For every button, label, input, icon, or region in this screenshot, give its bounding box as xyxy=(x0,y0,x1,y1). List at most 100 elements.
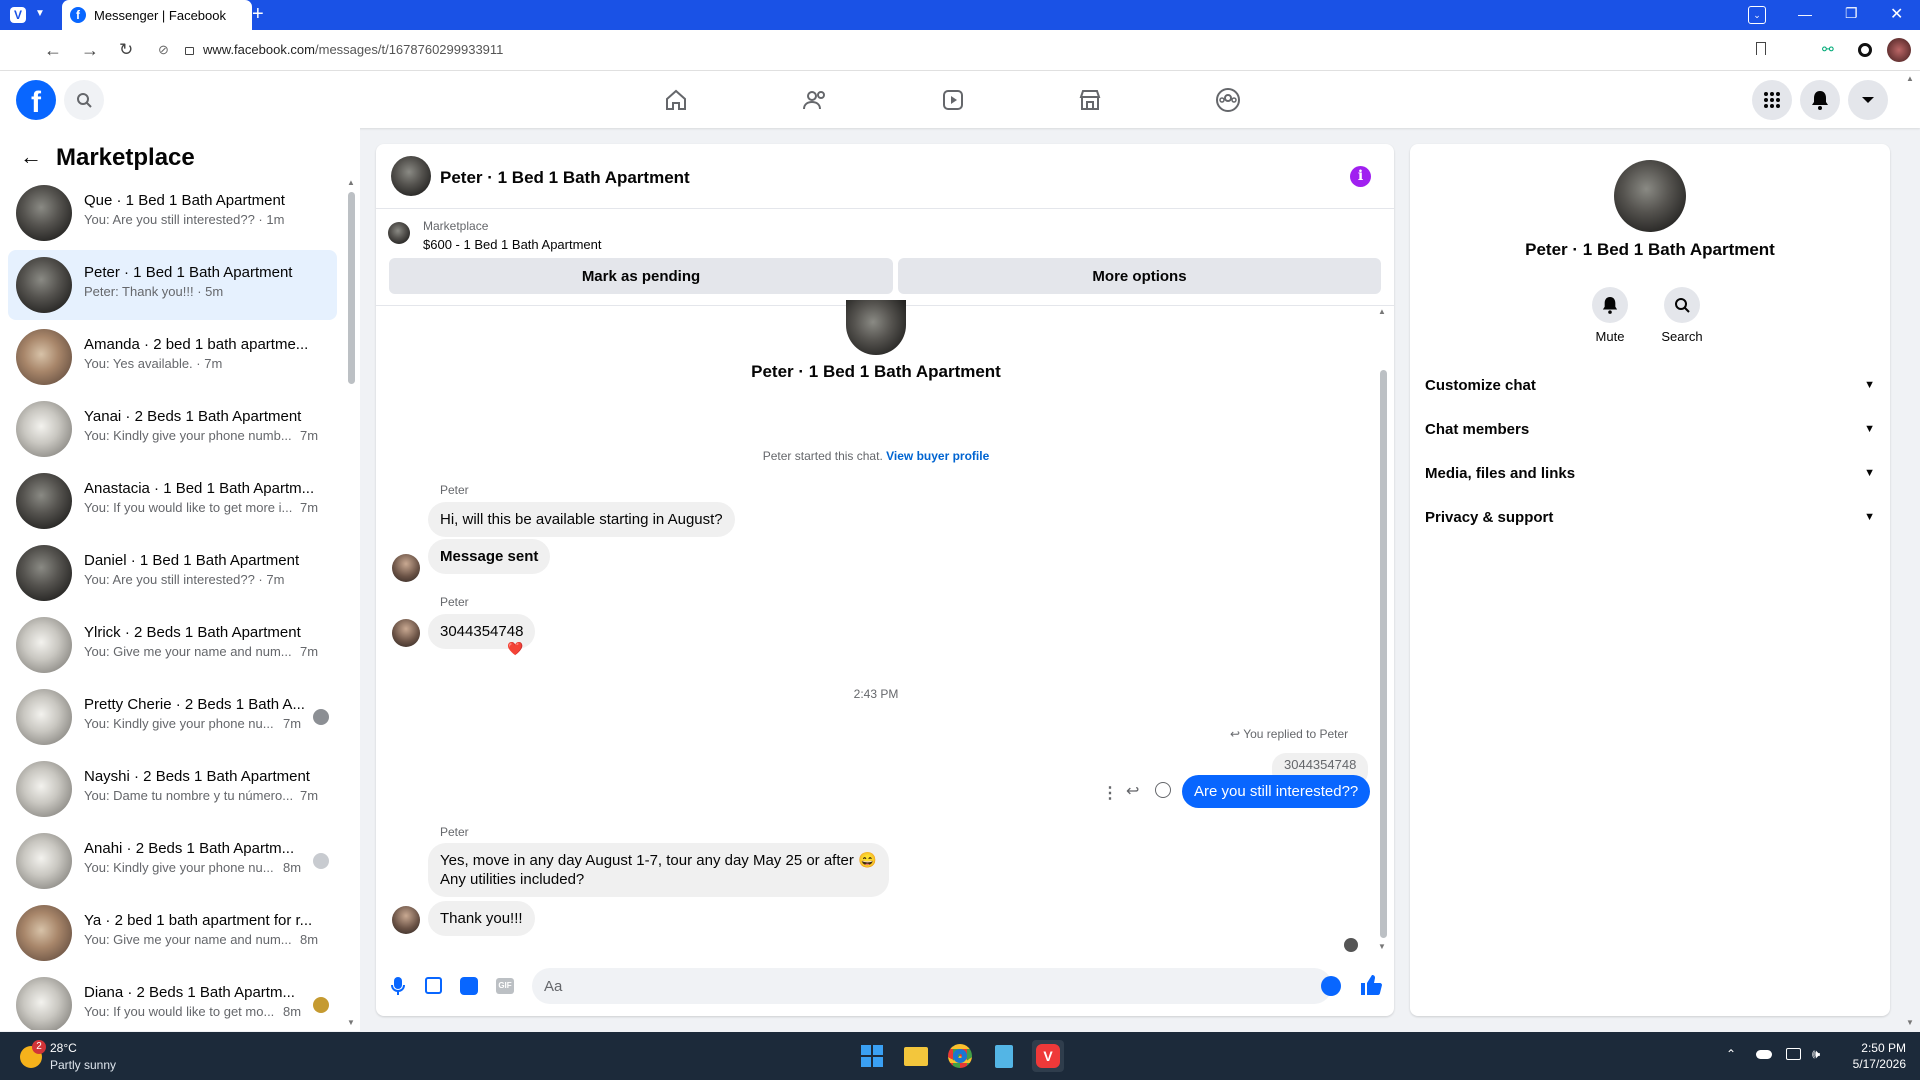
vivaldi-menu-icon[interactable]: V xyxy=(10,7,26,23)
chrome-button[interactable] xyxy=(944,1040,976,1072)
nav-home[interactable] xyxy=(656,80,696,120)
list-item[interactable]: Ylrick · 2 Beds 1 Bath Apartment You: Gi… xyxy=(8,610,337,680)
more-actions-icon[interactable]: ⋮ xyxy=(1102,783,1118,803)
section-media-files-links[interactable]: Media, files and links ▼ xyxy=(1425,455,1875,491)
sender-avatar[interactable] xyxy=(392,619,420,647)
left-scrollbar[interactable] xyxy=(348,192,355,384)
list-item[interactable]: Yanai · 2 Beds 1 Bath Apartment You: Kin… xyxy=(8,394,337,464)
react-emoji-icon[interactable] xyxy=(1155,782,1171,798)
nav-groups[interactable] xyxy=(1208,80,1248,120)
notifications-button[interactable] xyxy=(1800,80,1840,120)
chat-scroll-down-icon[interactable]: ▼ xyxy=(1378,942,1386,951)
account-button[interactable] xyxy=(1848,80,1888,120)
restore-button[interactable]: ❐ xyxy=(1845,5,1858,22)
back-arrow-icon[interactable]: ← xyxy=(20,144,42,170)
search-button[interactable] xyxy=(64,80,104,120)
onedrive-cloud-icon[interactable] xyxy=(1756,1050,1772,1059)
weather-widget[interactable]: 2 28°C Partly sunny xyxy=(16,1040,176,1074)
list-item[interactable]: Peter · 1 Bed 1 Bath Apartment Peter: Th… xyxy=(8,250,337,320)
info-avatar[interactable] xyxy=(1614,160,1686,232)
list-item[interactable]: Nayshi · 2 Beds 1 Bath Apartment You: Da… xyxy=(8,754,337,824)
info-button[interactable]: i xyxy=(1350,166,1371,187)
back-button[interactable]: ← xyxy=(44,40,62,61)
conversation-name: Diana · 2 Beds 1 Bath Apartm... xyxy=(84,984,295,1001)
listing-thumbnail[interactable] xyxy=(388,222,410,244)
nav-marketplace[interactable] xyxy=(1070,80,1110,120)
emoji-icon[interactable] xyxy=(1321,976,1341,996)
weather-temp: 28°C xyxy=(50,1041,77,1055)
scroll-down-arrow-icon[interactable]: ▼ xyxy=(347,1018,355,1027)
page-scroll-down-icon[interactable]: ▼ xyxy=(1906,1018,1914,1027)
reply-icon[interactable]: ↩ xyxy=(1126,781,1139,801)
tray-chevron-up-icon[interactable]: ⌃ xyxy=(1726,1047,1736,1061)
my-message-bubble[interactable]: Are you still interested?? xyxy=(1182,775,1371,808)
list-item[interactable]: Pretty Cherie · 2 Beds 1 Bath A... You: … xyxy=(8,682,337,752)
section-chat-members[interactable]: Chat members ▼ xyxy=(1425,411,1875,447)
mute-label: Mute xyxy=(1595,329,1625,344)
tab-list-button[interactable]: ⌄ xyxy=(1748,6,1766,24)
section-privacy-support[interactable]: Privacy & support ▼ xyxy=(1425,499,1875,535)
search-in-chat-button[interactable] xyxy=(1664,287,1700,323)
more-options-button[interactable]: More options xyxy=(898,258,1381,294)
reload-button[interactable]: ↻ xyxy=(119,40,133,60)
clock-date: 5/17/2026 xyxy=(1852,1057,1906,1071)
message-bubble[interactable]: Yes, move in any day August 1-7, tour an… xyxy=(428,843,889,897)
site-settings-icon[interactable]: ⊘ xyxy=(158,42,169,58)
list-item[interactable]: Que · 1 Bed 1 Bath Apartment You: Are yo… xyxy=(8,178,337,248)
scroll-up-arrow-icon[interactable]: ▲ xyxy=(347,178,355,187)
sender-avatar[interactable] xyxy=(392,906,420,934)
like-thumbs-up-icon[interactable] xyxy=(1360,974,1382,996)
network-icon[interactable] xyxy=(1786,1048,1801,1060)
list-item[interactable]: Ya · 2 bed 1 bath apartment for r... You… xyxy=(8,898,337,968)
message-bubble[interactable]: Thank you!!! xyxy=(428,901,535,936)
photo-icon[interactable] xyxy=(425,977,442,994)
vivaldi-button[interactable]: V xyxy=(1032,1040,1064,1072)
seen-avatar xyxy=(313,997,329,1013)
extension-icon[interactable]: ⚯ xyxy=(1822,41,1834,58)
message-bubble[interactable]: Hi, will this be available starting in A… xyxy=(428,502,735,537)
extension-circle-icon[interactable] xyxy=(1858,43,1872,57)
volume-icon[interactable]: 🕪 xyxy=(1812,1046,1820,1062)
mute-button[interactable] xyxy=(1592,287,1628,323)
chat-header-title[interactable]: Peter · 1 Bed 1 Bath Apartment xyxy=(440,168,690,188)
nav-friends[interactable] xyxy=(795,80,835,120)
nav-video[interactable] xyxy=(933,80,973,120)
list-item[interactable]: Diana · 2 Beds 1 Bath Apartm... You: If … xyxy=(8,970,337,1030)
tab-menu-chevron-icon[interactable]: ▼ xyxy=(35,8,45,19)
heart-reaction[interactable]: ❤️ xyxy=(507,641,523,657)
facebook-logo-icon[interactable]: f xyxy=(16,80,56,120)
notepad-button[interactable] xyxy=(988,1040,1020,1072)
chat-scrollbar[interactable] xyxy=(1380,370,1387,938)
message-input[interactable] xyxy=(532,968,1332,1004)
section-customize-chat[interactable]: Customize chat ▼ xyxy=(1425,367,1875,403)
file-explorer-button[interactable] xyxy=(900,1040,932,1072)
sticker-icon[interactable] xyxy=(460,977,478,995)
start-button[interactable] xyxy=(856,1040,888,1072)
address-field[interactable]: www.facebook.com/messages/t/167876029993… xyxy=(203,42,503,57)
browser-tab[interactable]: f Messenger | Facebook xyxy=(62,0,252,30)
close-window-button[interactable]: ✕ xyxy=(1890,4,1903,24)
gif-icon[interactable]: GIF xyxy=(496,978,514,994)
bookmark-icon[interactable] xyxy=(1756,42,1766,55)
page-scroll-up-icon[interactable]: ▲ xyxy=(1906,74,1914,83)
chat-scroll-up-icon[interactable]: ▲ xyxy=(1378,307,1386,316)
list-item[interactable]: Anastacia · 1 Bed 1 Bath Apartm... You: … xyxy=(8,466,337,536)
list-item[interactable]: Daniel · 1 Bed 1 Bath Apartment You: Are… xyxy=(8,538,337,608)
weather-desc: Partly sunny xyxy=(50,1058,117,1072)
profile-avatar[interactable] xyxy=(1887,38,1911,62)
list-item[interactable]: Amanda · 2 bed 1 bath apartme... You: Ye… xyxy=(8,322,337,392)
microphone-icon[interactable] xyxy=(391,976,405,996)
message-bubble[interactable]: Message sent xyxy=(428,539,551,574)
list-item[interactable]: Anahi · 2 Beds 1 Bath Apartm... You: Kin… xyxy=(8,826,337,896)
chat-header-avatar[interactable] xyxy=(391,156,431,196)
menu-button[interactable] xyxy=(1752,80,1792,120)
listing-title[interactable]: $600 - 1 Bed 1 Bath Apartment xyxy=(423,237,602,252)
minimize-button[interactable]: — xyxy=(1798,6,1812,22)
chat-started-note: Peter started this chat. View buyer prof… xyxy=(376,449,1376,463)
mark-pending-button[interactable]: Mark as pending xyxy=(389,258,893,294)
view-buyer-profile-link[interactable]: View buyer profile xyxy=(886,449,989,463)
new-tab-button[interactable]: + xyxy=(252,3,264,26)
clock[interactable]: 2:50 PM 5/17/2026 xyxy=(1836,1040,1906,1072)
sender-avatar[interactable] xyxy=(392,554,420,582)
forward-button[interactable]: → xyxy=(81,40,99,61)
